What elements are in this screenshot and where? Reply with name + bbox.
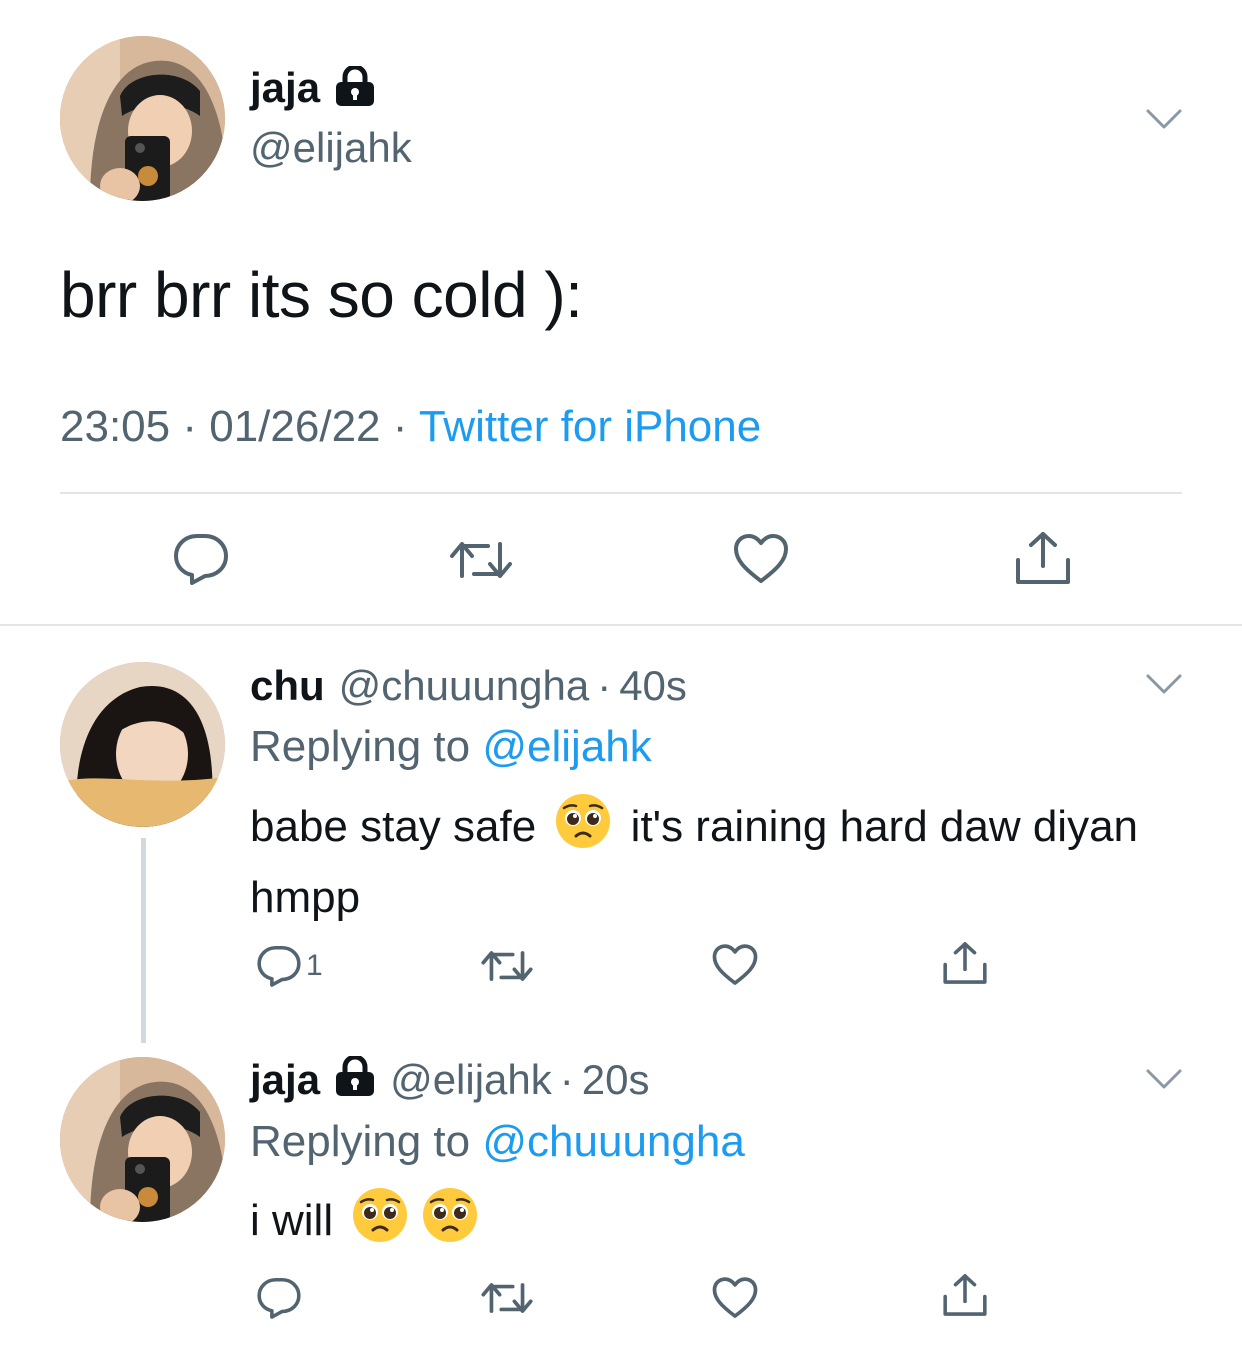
reply-button[interactable]: 1 bbox=[256, 944, 323, 988]
avatar[interactable] bbox=[60, 1057, 225, 1222]
retweet-button[interactable] bbox=[480, 946, 534, 986]
author-handle[interactable]: @elijahk bbox=[250, 124, 412, 172]
retweet-button[interactable] bbox=[480, 1278, 534, 1318]
avatar-photo bbox=[60, 36, 225, 201]
pleading-face-emoji bbox=[421, 1186, 479, 1261]
avatar-photo bbox=[60, 662, 225, 827]
reply-time: 20s bbox=[581, 1056, 650, 1103]
like-icon bbox=[734, 534, 788, 583]
replying-to-mention[interactable]: @chuuungha bbox=[482, 1117, 744, 1166]
reply-header: jaja @elijahk · 20s bbox=[250, 1054, 650, 1106]
tweet-date: 01/26/22 bbox=[209, 402, 381, 451]
thread-line bbox=[141, 838, 146, 1043]
replying-to: Replying to @chuuungha bbox=[250, 1117, 745, 1167]
avatar-photo bbox=[60, 1057, 225, 1222]
reply-time: 40s bbox=[619, 662, 687, 709]
reply-icon bbox=[257, 1277, 301, 1319]
meta-separator: · bbox=[597, 662, 612, 709]
meta-separator: · bbox=[392, 402, 408, 451]
divider bbox=[0, 624, 1242, 626]
tweet-text: brr brr its so cold ): bbox=[60, 259, 583, 331]
reply-header: chu @chuuungha · 40s bbox=[250, 662, 687, 710]
share-button[interactable] bbox=[1014, 530, 1072, 586]
like-button[interactable] bbox=[733, 533, 789, 585]
reply-count: 1 bbox=[306, 949, 323, 982]
tweet-meta: 23:05 · 01/26/22 · Twitter for iPhone bbox=[60, 402, 761, 452]
chevron-down-icon[interactable] bbox=[1144, 668, 1184, 698]
retweet-button[interactable] bbox=[448, 536, 514, 584]
divider bbox=[60, 492, 1182, 494]
retweet-icon bbox=[450, 542, 512, 578]
share-button[interactable] bbox=[942, 940, 988, 986]
share-icon bbox=[943, 942, 987, 984]
reply-text-part: babe stay safe bbox=[250, 802, 537, 852]
pleading-face-emoji bbox=[351, 1186, 409, 1261]
reply-text-part: i will bbox=[250, 1196, 334, 1246]
reply-text: i will bbox=[250, 1186, 1150, 1261]
like-button[interactable] bbox=[712, 943, 758, 987]
pleading-face-emoji bbox=[554, 792, 612, 867]
tweet-time: 23:05 bbox=[60, 402, 171, 451]
reply-icon bbox=[257, 945, 301, 987]
reply-text: babe stay safe it's raining hard daw diy… bbox=[250, 792, 1150, 929]
share-icon bbox=[943, 1274, 987, 1316]
share-icon bbox=[1016, 532, 1070, 584]
replying-to-label: Replying to bbox=[250, 722, 483, 771]
meta-separator: · bbox=[182, 402, 197, 451]
author-handle[interactable]: @elijahk bbox=[390, 1056, 552, 1104]
reply-button[interactable] bbox=[172, 532, 230, 586]
avatar[interactable] bbox=[60, 36, 225, 201]
chevron-down-icon[interactable] bbox=[1144, 103, 1184, 133]
main-tweet: jaja @elijahk brr brr its so cold ): 23:… bbox=[0, 0, 1242, 626]
chevron-down-icon[interactable] bbox=[1144, 1063, 1184, 1093]
like-icon bbox=[712, 944, 758, 985]
reply-button[interactable] bbox=[256, 1276, 302, 1320]
author-handle[interactable]: @chuuungha bbox=[339, 662, 590, 710]
like-icon bbox=[712, 1277, 758, 1318]
retweet-icon bbox=[481, 951, 533, 981]
lock-icon bbox=[334, 64, 376, 111]
author-name-row[interactable]: jaja bbox=[250, 64, 376, 112]
lock-icon bbox=[334, 1054, 376, 1106]
replying-to-label: Replying to bbox=[250, 1117, 483, 1166]
replying-to: Replying to @elijahk bbox=[250, 722, 652, 772]
meta-separator: · bbox=[559, 1056, 574, 1103]
tweet-source-link[interactable]: Twitter for iPhone bbox=[419, 402, 761, 451]
author-display-name[interactable]: jaja bbox=[250, 1056, 320, 1104]
avatar[interactable] bbox=[60, 662, 225, 827]
author-display-name[interactable]: jaja bbox=[250, 64, 320, 112]
tweet-thread-page: jaja @elijahk brr brr its so cold ): 23:… bbox=[0, 0, 1242, 1353]
retweet-icon bbox=[481, 1283, 533, 1313]
like-button[interactable] bbox=[712, 1276, 758, 1320]
reply-icon bbox=[174, 534, 228, 585]
share-button[interactable] bbox=[942, 1272, 988, 1318]
replying-to-mention[interactable]: @elijahk bbox=[482, 722, 651, 771]
author-display-name[interactable]: chu bbox=[250, 662, 325, 710]
